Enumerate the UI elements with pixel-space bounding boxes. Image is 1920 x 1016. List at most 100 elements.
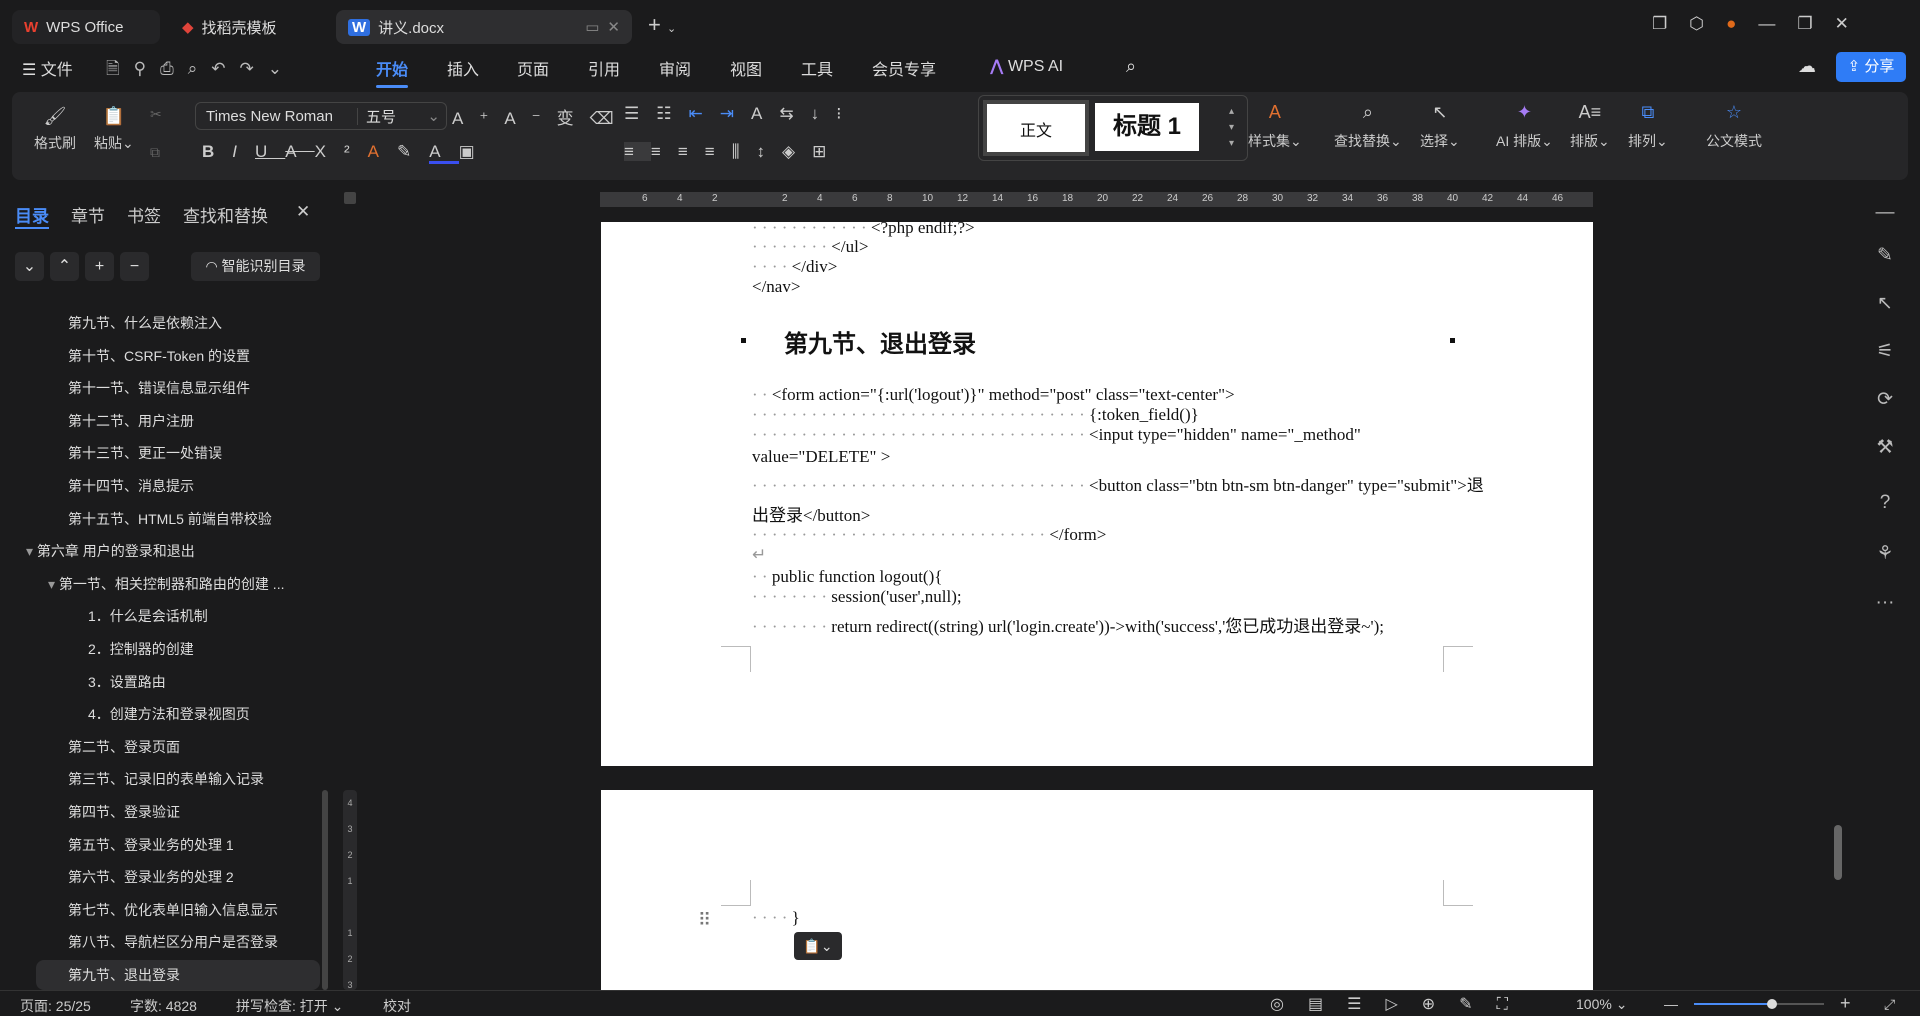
outline-view-icon[interactable]: ☰: [1347, 996, 1385, 1013]
close-window-icon[interactable]: ✕: [1835, 14, 1871, 33]
toc-item[interactable]: 第三节、记录旧的表单输入记录: [48, 764, 264, 794]
layout-button[interactable]: A≡ 排版⌄: [1570, 102, 1610, 151]
proofread[interactable]: 校对: [383, 996, 411, 1016]
print-icon[interactable]: ⎙: [160, 59, 188, 78]
more-icon[interactable]: ⌄: [268, 59, 296, 78]
pinyin-icon[interactable]: 变: [557, 109, 590, 128]
add-heading-button[interactable]: +: [85, 252, 114, 281]
menu-member[interactable]: 会员专享: [872, 56, 936, 80]
monitor-icon[interactable]: ▭: [585, 18, 599, 36]
toc-item[interactable]: 4．创建方法和登录视图页: [68, 699, 250, 729]
collapse-up-button[interactable]: ⌃: [50, 252, 79, 281]
document-page[interactable]: · · · · · · · · · · · · <?php endif;?> ·…: [601, 218, 1593, 766]
menu-reference[interactable]: 引用: [588, 56, 620, 80]
toc-item[interactable]: 第五节、登录业务的处理 1: [48, 830, 234, 860]
toc-item[interactable]: 3．设置路由: [68, 667, 166, 697]
distribute-icon[interactable]: ⫼: [732, 142, 757, 161]
select-button[interactable]: ↖ 选择⌄: [1420, 102, 1460, 151]
style-heading-1[interactable]: 标题 1: [1095, 103, 1199, 151]
borders-icon[interactable]: ⊞: [812, 142, 843, 161]
paste-button[interactable]: 📋 粘贴⌄: [94, 106, 134, 153]
multi-window-icon[interactable]: ❐: [1652, 14, 1689, 33]
search-icon[interactable]: ⌕: [1126, 56, 1136, 77]
page-count[interactable]: 页面: 25/25: [20, 996, 91, 1016]
drag-handle-icon[interactable]: ⠿: [698, 910, 711, 931]
redo-icon[interactable]: ↷: [240, 59, 268, 78]
shrink-font-icon[interactable]: A⁻: [504, 109, 556, 128]
toc-item[interactable]: ▾ 第一节、相关控制器和路由的创建 ...: [48, 569, 284, 599]
align-center-icon[interactable]: ≡: [651, 142, 678, 161]
menu-view[interactable]: 视图: [730, 56, 762, 80]
toc-item[interactable]: 第七节、优化表单旧输入信息显示: [48, 895, 278, 925]
file-menu[interactable]: ☰ 文件: [22, 56, 73, 80]
toc-item[interactable]: 第二节、登录页面: [48, 732, 180, 762]
export-icon[interactable]: ⚲: [134, 59, 160, 78]
toc-item[interactable]: 第六节、登录业务的处理 2: [48, 862, 234, 892]
toc-item[interactable]: 第十三节、更正一处错误: [48, 438, 222, 468]
tab-wps-office[interactable]: W WPS Office: [12, 10, 160, 44]
menu-home[interactable]: 开始: [376, 56, 409, 88]
decrease-indent-icon[interactable]: ⇤: [689, 104, 720, 123]
close-tab-icon[interactable]: ✕: [607, 18, 620, 36]
ai-layout-button[interactable]: ✦ AI 排版⌄: [1496, 102, 1553, 151]
text-effect-icon[interactable]: A: [368, 142, 397, 161]
text-direction-icon[interactable]: ⇆: [779, 104, 810, 123]
toc-item[interactable]: 第十一节、错误信息显示组件: [48, 373, 250, 403]
menu-review[interactable]: 审阅: [659, 56, 691, 80]
fit-icon[interactable]: ⛶: [1497, 996, 1532, 1013]
fullscreen-icon[interactable]: ⤢: [1884, 996, 1895, 1013]
new-tab-button[interactable]: + ⌄: [648, 12, 676, 38]
numbered-list-icon[interactable]: ☷: [656, 104, 688, 123]
help-icon[interactable]: ?: [1872, 492, 1898, 514]
menu-tools[interactable]: 工具: [801, 56, 833, 80]
sidebar-tab-chapters[interactable]: 章节: [71, 202, 105, 227]
web-view-icon[interactable]: ⊕: [1422, 996, 1459, 1013]
line-spacing-icon[interactable]: ↕: [757, 142, 783, 161]
expand-arrow-icon[interactable]: ▾: [48, 576, 59, 592]
align-right-icon[interactable]: ≡: [678, 142, 705, 161]
superscript-icon[interactable]: X²: [315, 142, 368, 161]
toc-item[interactable]: 第十四节、消息提示: [48, 471, 194, 501]
style-set-button[interactable]: A 样式集⌄: [1248, 102, 1302, 151]
zoom-out-icon[interactable]: —: [1664, 996, 1678, 1012]
find-replace-button[interactable]: ⌕ 查找替换⌄: [1334, 102, 1402, 151]
smart-toc-button[interactable]: ◠ 智能识别目录: [191, 252, 320, 281]
tab-document[interactable]: W 讲义.docx ▭ ✕: [336, 10, 632, 44]
italic-icon[interactable]: I: [232, 142, 255, 161]
ruler-toggle-icon[interactable]: [344, 192, 356, 204]
toc-item[interactable]: 第十节、CSRF-Token 的设置: [48, 341, 250, 371]
save-icon[interactable]: 🗎: [106, 59, 134, 78]
shading-icon[interactable]: ◈: [782, 142, 812, 161]
toc-item[interactable]: 第八节、导航栏区分用户是否登录: [48, 927, 278, 957]
expand-down-button[interactable]: ⌄: [15, 252, 44, 281]
justify-icon[interactable]: ≡: [705, 142, 732, 161]
copy-icon[interactable]: ⧉: [150, 144, 160, 161]
paste-options-button[interactable]: 📋⌄: [794, 932, 842, 960]
document-scrollbar[interactable]: [1834, 825, 1842, 880]
play-icon[interactable]: ▷: [1385, 996, 1421, 1013]
font-color-icon[interactable]: A: [429, 142, 459, 164]
style-normal[interactable]: 正文: [983, 100, 1089, 156]
char-spacing-icon[interactable]: A: [751, 104, 779, 123]
font-size-select[interactable]: 五号: [358, 106, 396, 127]
sidebar-tab-toc[interactable]: 目录: [15, 202, 49, 229]
menu-page[interactable]: 页面: [517, 56, 549, 80]
sort-icon[interactable]: ↓: [811, 104, 837, 123]
box-icon[interactable]: ⬡: [1689, 14, 1726, 33]
sidebar-scrollbar[interactable]: [322, 790, 328, 990]
zoom-level[interactable]: 100% ⌄: [1576, 996, 1627, 1013]
remove-heading-button[interactable]: −: [120, 252, 149, 281]
restore-icon[interactable]: ❐: [1797, 14, 1834, 33]
pen-icon[interactable]: ✎: [1459, 996, 1496, 1013]
more-icon[interactable]: ···: [1872, 592, 1898, 614]
wps-ai-button[interactable]: ⋀ WPS AI: [990, 56, 1063, 76]
word-count[interactable]: 字数: 4828: [130, 996, 197, 1016]
cloud-upload-icon[interactable]: ☁: [1798, 56, 1816, 77]
arrange-button[interactable]: ⧉ 排列⌄: [1628, 102, 1668, 151]
highlight-icon[interactable]: ✎: [397, 142, 429, 161]
official-mode-button[interactable]: ☆ 公文模式: [1706, 102, 1762, 151]
bullet-list-icon[interactable]: ☰: [624, 104, 656, 123]
sidebar-tab-find[interactable]: 查找和替换: [183, 202, 268, 227]
eye-icon[interactable]: ◎: [1270, 996, 1308, 1013]
toc-item[interactable]: 第九节、退出登录: [36, 960, 320, 990]
